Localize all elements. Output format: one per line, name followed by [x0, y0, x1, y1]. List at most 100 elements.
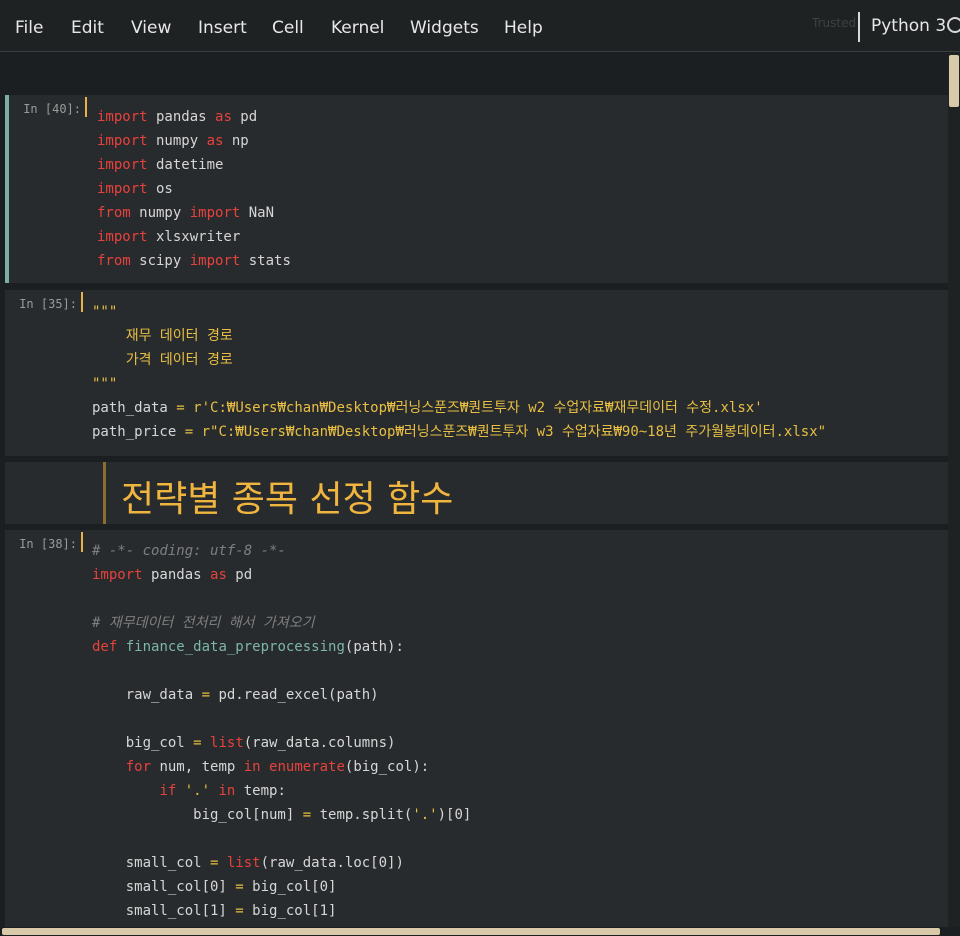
menu-view[interactable]: View: [131, 18, 171, 38]
menu-kernel[interactable]: Kernel: [331, 18, 384, 38]
code-token: enumerate: [269, 759, 345, 775]
code-token: =: [201, 687, 211, 703]
code-line: path_data = r'C:₩Users₩chan₩Desktop₩러닝스푼…: [92, 396, 826, 420]
code-token: r'C:₩Users₩chan₩Desktop₩러닝스푼즈₩퀀트투자 w2 수업…: [193, 400, 763, 416]
menu-edit[interactable]: Edit: [71, 18, 104, 38]
code-token: import: [97, 157, 148, 173]
code-token: 가격 데이터 경로: [92, 352, 233, 368]
code-line: # 재무데이터 전처리 해서 가져오기: [92, 611, 471, 635]
code-token: '.': [412, 807, 438, 823]
code-token: big_col: [92, 735, 194, 751]
code-line: if '.' in temp:: [92, 779, 471, 803]
code-token: """: [92, 304, 118, 320]
code-line: small_col = list(raw_data.loc[0]): [92, 851, 471, 875]
markdown-cell[interactable]: 전략별 종목 선정 함수: [5, 462, 948, 524]
code-token: big_col[num]: [92, 807, 303, 823]
code-token: np: [223, 133, 249, 149]
kernel-separator: [858, 12, 860, 42]
code-token: import: [97, 229, 148, 245]
code-token: raw_data: [92, 687, 202, 703]
menu-insert[interactable]: Insert: [198, 18, 247, 38]
code-token: if: [159, 783, 177, 799]
code-token: small_col[0]: [92, 879, 236, 895]
code-line: for num, temp in enumerate(big_col):: [92, 755, 471, 779]
code-line: 가격 데이터 경로: [92, 348, 826, 372]
code-token: for: [125, 759, 152, 775]
code-token: """: [92, 376, 118, 392]
vertical-scroll-thumb[interactable]: [949, 55, 959, 107]
vertical-scrollbar[interactable]: [948, 53, 960, 927]
menu-help[interactable]: Help: [504, 18, 543, 38]
code-token: from: [97, 205, 131, 221]
code-token: # -*- coding: utf-8 -*-: [92, 543, 286, 559]
code-token: r"C:₩Users₩chan₩Desktop₩러닝스푼즈₩퀀트투자 w3 수업…: [201, 424, 827, 440]
code-token: as: [215, 109, 232, 125]
code-line: """: [92, 372, 826, 396]
heading-rule: [103, 462, 106, 524]
code-token: os: [147, 181, 173, 197]
code-token: temp:: [235, 783, 286, 799]
code-token: scipy: [130, 253, 190, 269]
menu-cell[interactable]: Cell: [272, 18, 304, 38]
cell-input-indicator: [81, 292, 83, 312]
horizontal-scroll-thumb[interactable]: [2, 928, 940, 935]
code-token: def: [92, 639, 118, 655]
kernel-idle-icon: [947, 17, 960, 33]
code-cell-paths[interactable]: In [35]: """ 재무 데이터 경로 가격 데이터 경로 """ path_…: [5, 290, 948, 456]
code-line: path_price = r"C:₩Users₩chan₩Desktop₩러닝스…: [92, 420, 826, 444]
code-token: import: [97, 109, 148, 125]
code-token: pd.read_excel(path): [210, 687, 379, 703]
code-editor[interactable]: """ 재무 데이터 경로 가격 데이터 경로 """ path_data = r'…: [92, 300, 826, 444]
code-token: small_col[1]: [92, 903, 236, 919]
code-line: """: [92, 300, 826, 324]
code-token: small_col: [92, 855, 211, 871]
kernel-name[interactable]: Python 3: [871, 16, 946, 36]
code-token: import: [97, 133, 148, 149]
code-token: import: [189, 205, 241, 221]
cell-input-indicator: [81, 532, 83, 552]
code-editor[interactable]: # -*- coding: utf-8 -*- import pandas as …: [92, 539, 471, 923]
code-token: in: [218, 783, 236, 799]
code-cell-preprocessing[interactable]: In [38]: # -*- coding: utf-8 -*- import p…: [5, 530, 948, 927]
menu-bar: File Edit View Insert Cell Kernel Widget…: [0, 0, 960, 52]
cell-prompt: In [40]:: [23, 102, 81, 116]
code-line: def finance_data_preprocessing(path):: [92, 635, 471, 659]
code-token: =: [302, 807, 312, 823]
notebook-container: In [40]: import pandas as pd import numpy…: [0, 53, 948, 927]
code-line: import pandas as pd: [97, 105, 291, 129]
code-line: import pandas as pd: [92, 563, 471, 587]
code-token: (big_col):: [344, 759, 430, 775]
code-token: pandas: [142, 567, 211, 583]
code-token: pandas: [147, 109, 216, 125]
code-token: (raw_data.columns): [243, 735, 396, 751]
code-token: =: [176, 400, 185, 416]
menu-file[interactable]: File: [15, 18, 43, 38]
code-token: stats: [240, 253, 291, 269]
code-token: '.': [184, 783, 211, 799]
code-editor[interactable]: import pandas as pd import numpy as np imp…: [97, 105, 291, 273]
code-token: xlsxwriter: [147, 229, 241, 245]
code-token: list: [226, 855, 261, 871]
code-line: import numpy as np: [97, 129, 291, 153]
code-line: big_col[num] = temp.split('.')[0]: [92, 803, 471, 827]
code-line: big_col = list(raw_data.columns): [92, 731, 471, 755]
menu-widgets[interactable]: Widgets: [410, 18, 479, 38]
code-token: in: [243, 759, 261, 775]
code-token: numpy: [147, 133, 207, 149]
code-line: import datetime: [97, 153, 291, 177]
code-line: small_col[1] = big_col[1]: [92, 899, 471, 923]
cell-prompt: In [38]:: [19, 537, 77, 551]
code-token: import: [189, 253, 241, 269]
code-cell-imports[interactable]: In [40]: import pandas as pd import numpy…: [5, 95, 948, 283]
trusted-indicator[interactable]: Trusted: [812, 16, 856, 30]
code-token: big_col[1]: [243, 903, 337, 919]
